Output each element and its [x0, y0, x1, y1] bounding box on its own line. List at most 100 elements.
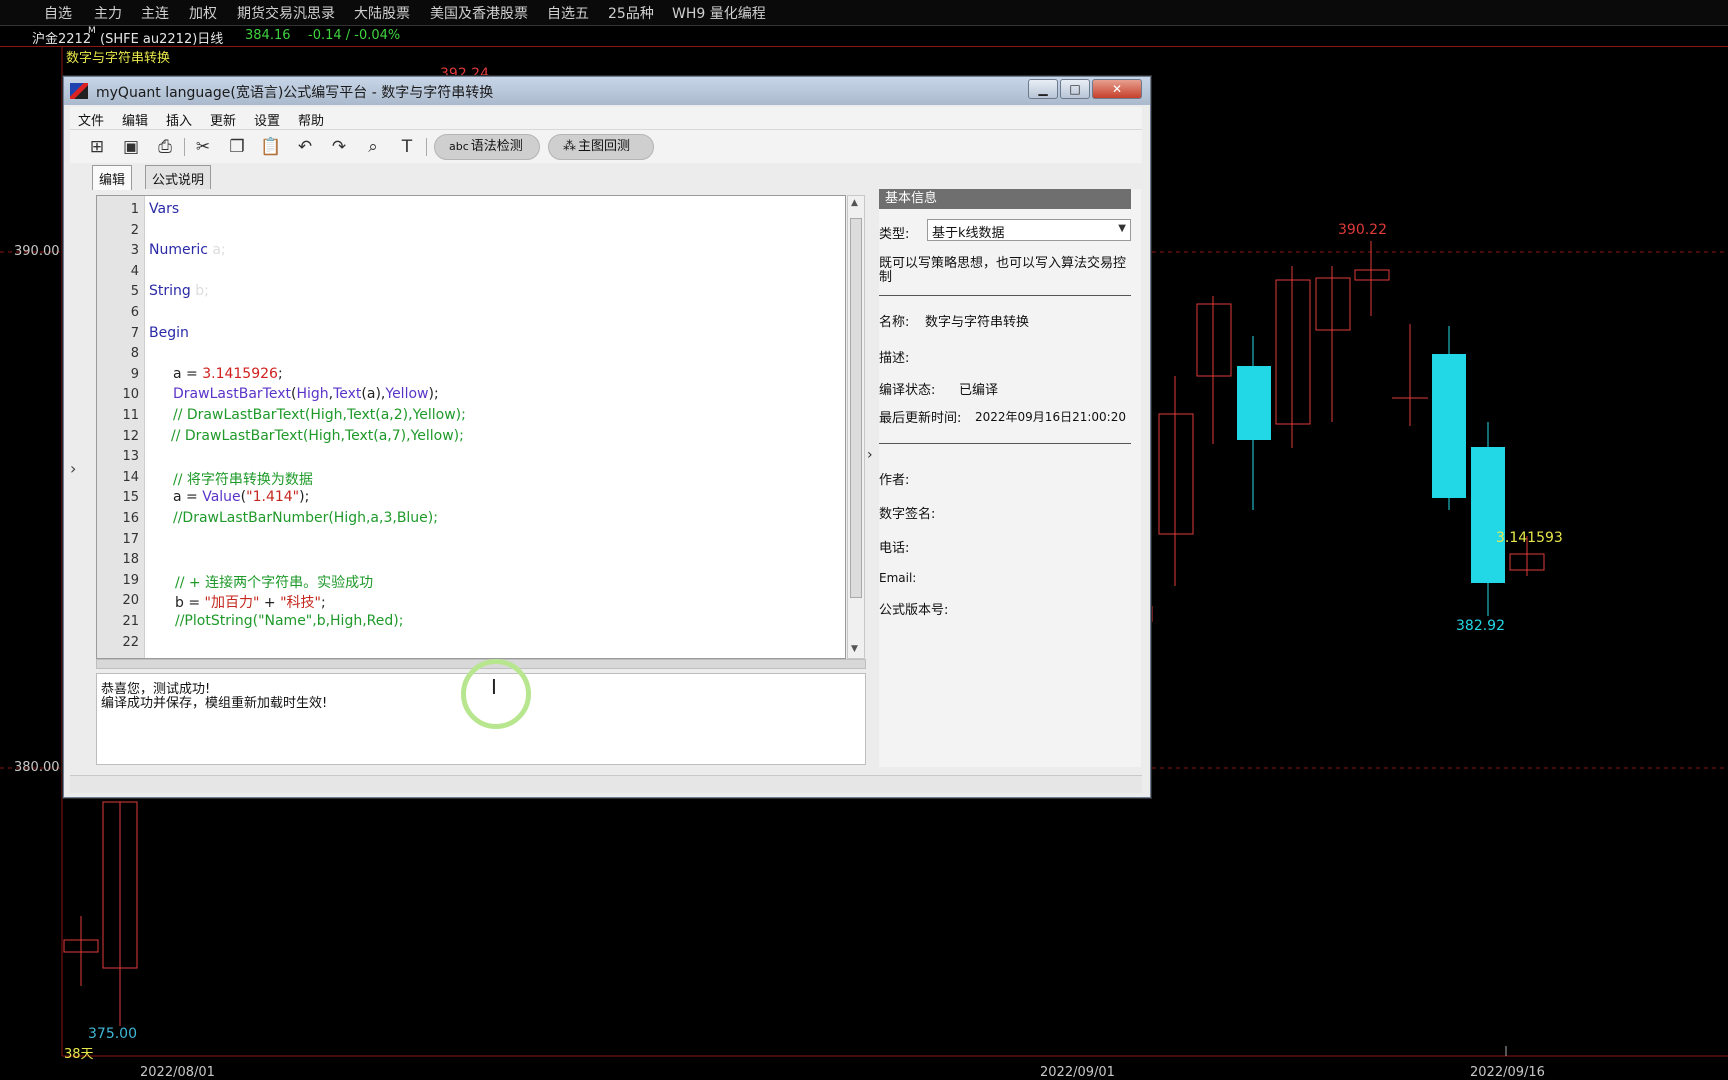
editor-vertical-scrollbar[interactable]: ▲ ▼	[847, 195, 865, 659]
menu-edit[interactable]: 编辑	[122, 110, 148, 129]
status-label: 编译状态:	[879, 383, 936, 398]
paste-icon[interactable]: 📋	[258, 135, 284, 159]
syntax-check-button[interactable]: abc 语法检测	[434, 134, 540, 160]
code-line[interactable]: //DrawLastBarNumber(High,a,3,Blue);	[173, 510, 438, 526]
code-line[interactable]: DrawLastBarText(High,Text(a),Yellow);	[173, 386, 439, 402]
output-line: 编译成功并保存，模组重新加载时生效!	[101, 696, 328, 711]
code-line[interactable]: // DrawLastBarText(High,Text(a,2),Yellow…	[173, 407, 466, 423]
code-line[interactable]: // DrawLastBarText(High,Text(a,7),Yellow…	[171, 428, 464, 444]
code-line[interactable]: // 将字符串转换为数据	[173, 469, 313, 489]
formula-editor-window: myQuant language(宽语言)公式编写平台 - 数字与字符串转换 ▁…	[63, 76, 1151, 798]
line-number: 15	[122, 490, 139, 506]
maximize-button[interactable]: □	[1060, 79, 1090, 99]
quote-exchange: (SHFE au2212)日线	[100, 32, 224, 47]
line-number: 6	[130, 305, 139, 320]
code-line[interactable]: // + 连接两个字符串。实验成功	[175, 572, 373, 592]
new-file-icon[interactable]: ⊞	[84, 135, 110, 159]
close-button[interactable]: ✕	[1092, 79, 1142, 99]
line-number: 19	[122, 572, 139, 588]
top-menu-item-0[interactable]: 自选	[44, 3, 72, 23]
quote-superscript: M	[88, 26, 96, 36]
chevron-right-icon[interactable]: ›	[867, 447, 873, 463]
line-number: 4	[130, 263, 139, 279]
line-number: 8	[130, 346, 139, 362]
signature-label: 数字签名:	[879, 507, 936, 522]
quote-strip: 沪金2212 M (SHFE au2212)日线 384.16 -0.14 / …	[0, 26, 1728, 47]
line-number: 2	[130, 222, 139, 238]
line-number: 9	[130, 366, 139, 382]
phone-label: 电话:	[879, 541, 910, 556]
code-line[interactable]: a = Value("1.414");	[173, 489, 309, 505]
type-select-value: 基于k线数据	[932, 226, 1005, 241]
email-label: Email:	[879, 571, 917, 585]
top-menu-item-1[interactable]: 主力	[94, 3, 122, 23]
candle	[1275, 279, 1311, 425]
top-menu-item-9[interactable]: WH9 量化编程	[672, 3, 766, 23]
menu-insert[interactable]: 插入	[166, 110, 192, 129]
copy-icon[interactable]: ❐	[224, 135, 250, 159]
info-panel: 基本信息 类型: 基于k线数据 ▼ 既可以写策略思想，也可以写入算法交易控制 名…	[879, 189, 1141, 767]
type-select[interactable]: 基于k线数据 ▼	[927, 219, 1131, 241]
candle	[1196, 303, 1232, 377]
top-menu-item-8[interactable]: 25品种	[608, 3, 654, 23]
line-number: 1	[130, 202, 139, 217]
menu-file[interactable]: 文件	[78, 110, 104, 129]
line-number: 10	[122, 387, 139, 403]
code-line[interactable]: b = "加百力" + "科技";	[175, 592, 326, 612]
status-bar	[70, 775, 1142, 793]
code-line[interactable]: String b;	[149, 283, 209, 299]
backtest-chart-icon: ⁂	[563, 139, 576, 154]
top-menu-item-2[interactable]: 主连	[141, 3, 169, 23]
candle	[1237, 366, 1271, 440]
code-line[interactable]: a = 3.1415926;	[173, 366, 283, 382]
line-number: 18	[122, 552, 139, 568]
code-line[interactable]: //PlotString("Name",b,High,Red);	[175, 613, 403, 629]
tab-formula-description[interactable]: 公式说明	[145, 165, 212, 189]
chevron-right-icon[interactable]: ›	[70, 459, 76, 478]
top-menu-item-5[interactable]: 大陆股票	[354, 3, 410, 23]
quote-symbol: 沪金2212	[32, 32, 92, 47]
draw-text-value: 3.141593	[1496, 530, 1563, 546]
scroll-down-icon[interactable]: ▼	[851, 644, 858, 654]
line-number: 16	[122, 511, 139, 526]
scrollbar-thumb[interactable]	[850, 218, 862, 598]
scroll-up-icon[interactable]: ▲	[851, 198, 858, 208]
date-label-2: 2022/09/16	[1470, 1065, 1545, 1080]
menu-settings[interactable]: 设置	[254, 110, 280, 129]
code-line[interactable]: Numeric a;	[149, 242, 226, 258]
undo-icon[interactable]: ↶	[292, 135, 318, 159]
desc-label: 描述:	[879, 351, 910, 366]
name-label: 名称:	[879, 315, 910, 330]
top-menu-item-7[interactable]: 自选五	[547, 3, 589, 23]
menu-update[interactable]: 更新	[210, 110, 236, 129]
window-title-bar[interactable]: myQuant language(宽语言)公式编写平台 - 数字与字符串转换 ▁…	[64, 77, 1150, 105]
line-number: 22	[122, 634, 139, 650]
line-number: 12	[122, 428, 139, 444]
tab-edit[interactable]: 编辑	[92, 165, 133, 190]
top-menu-item-6[interactable]: 美国及香港股票	[430, 3, 528, 23]
minimize-button[interactable]: ▁	[1028, 79, 1058, 99]
print-icon[interactable]: ⎙	[152, 135, 178, 159]
line-number: 3	[130, 243, 139, 259]
date-label-0: 2022/08/01	[140, 1065, 215, 1080]
menu-bar: 文件 编辑 插入 更新 设置 帮助	[70, 107, 1142, 129]
line-number: 17	[122, 531, 139, 547]
cut-icon[interactable]: ✂	[190, 135, 216, 159]
code-line[interactable]: Begin	[149, 325, 189, 341]
quote-change: -0.14 / -0.04%	[308, 28, 401, 43]
code-line[interactable]: Vars	[149, 201, 179, 217]
backtest-button[interactable]: ⁂ 主图回测	[548, 134, 654, 160]
line-number: 13	[122, 449, 139, 465]
code-editor[interactable]: 1 2 3 4 5 6 7 8 9 10 11 12 13 14 15 16 17 18 19 20 21 22 Vars…	[96, 195, 846, 659]
menu-help[interactable]: 帮助	[298, 110, 324, 129]
price-axis-label-380: 380.00	[14, 760, 60, 775]
candle	[1158, 413, 1194, 535]
top-menu-item-3[interactable]: 加权	[189, 3, 217, 23]
divider	[879, 295, 1131, 296]
font-icon[interactable]: T	[394, 135, 420, 159]
redo-icon[interactable]: ↷	[326, 135, 352, 159]
date-label-1: 2022/09/01	[1040, 1065, 1115, 1080]
search-icon[interactable]: ⌕	[360, 135, 386, 159]
save-icon[interactable]: ▣	[118, 135, 144, 159]
top-menu-item-4[interactable]: 期货交易汎思录	[237, 3, 335, 23]
